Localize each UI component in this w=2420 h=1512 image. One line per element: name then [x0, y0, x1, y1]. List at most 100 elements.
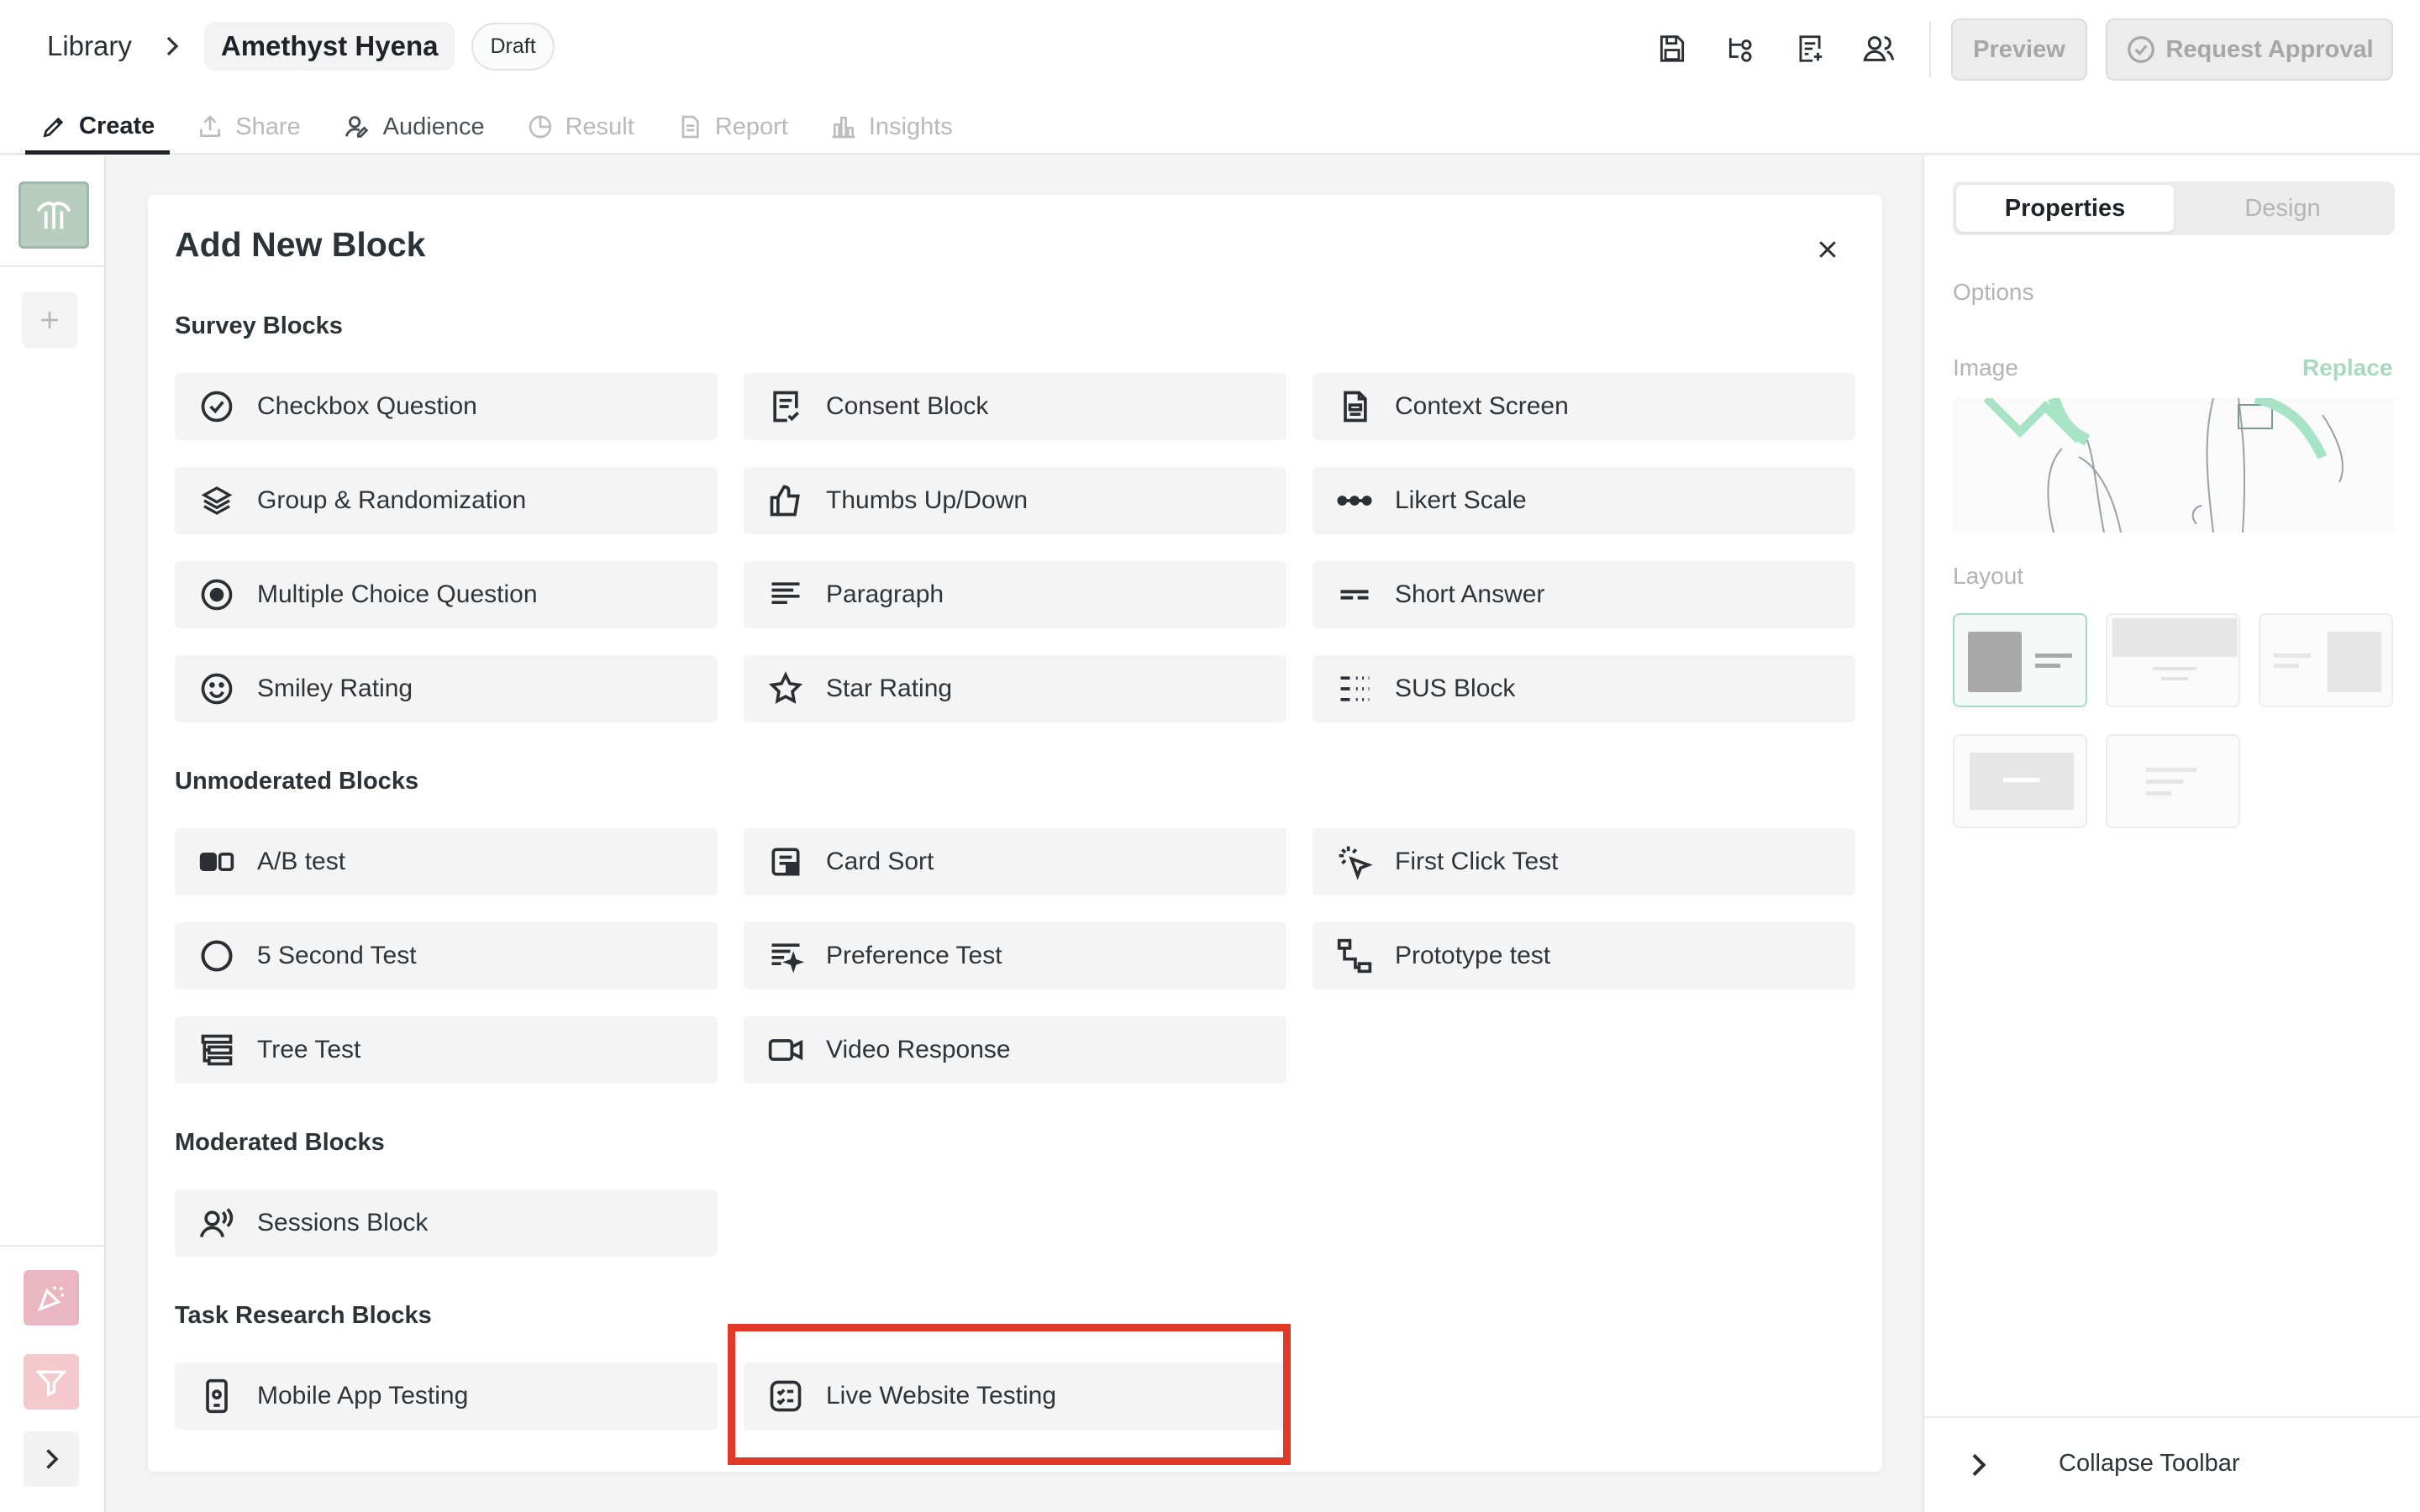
expand-rail-button[interactable] [24, 1431, 79, 1487]
block-mobile-app-testing[interactable]: Mobile App Testing [175, 1362, 718, 1430]
share-icon [200, 115, 221, 137]
request-approval-button[interactable]: Request Approval [2106, 18, 2393, 81]
block-first-click-test[interactable]: First Click Test [1313, 828, 1855, 895]
block-label: SUS Block [1395, 675, 1516, 702]
tab-insights[interactable]: Insights [815, 102, 968, 151]
left-rail [0, 156, 106, 1512]
block-tree-test[interactable]: Tree Test [175, 1016, 718, 1084]
block-multiple-choice[interactable]: Multiple Choice Question [175, 561, 718, 628]
image-preview[interactable] [1953, 398, 2395, 533]
circle-icon [195, 934, 239, 978]
tab-create-label: Create [79, 113, 155, 139]
block-preference-test[interactable]: Preference Test [744, 922, 1286, 990]
panel-tabs: Properties Design [1953, 181, 2395, 235]
block-label: Mobile App Testing [257, 1382, 469, 1410]
chevron-right-icon [1972, 1453, 1986, 1477]
block-label: Checkbox Question [257, 392, 477, 420]
plus-icon [41, 312, 58, 328]
block-label: First Click Test [1395, 848, 1559, 875]
block-label: Card Sort [826, 848, 934, 875]
party-popper-icon [37, 1285, 64, 1312]
close-icon[interactable] [1808, 230, 1847, 269]
tab-share[interactable]: Share [182, 102, 315, 151]
header-toolbar [1652, 25, 1899, 72]
block-label: 5 Second Test [257, 942, 417, 969]
block-label: A/B test [257, 848, 346, 875]
tab-properties[interactable]: Properties [1956, 185, 2174, 232]
filter-button[interactable] [24, 1354, 79, 1410]
block-paragraph[interactable]: Paragraph [744, 561, 1286, 628]
block-card-sort[interactable]: Card Sort [744, 828, 1286, 895]
person-speaking-icon [195, 1201, 239, 1245]
tab-audience[interactable]: Audience [328, 102, 500, 151]
block-prototype-test[interactable]: Prototype test [1313, 922, 1855, 990]
highlight-box [728, 1324, 1291, 1465]
video-camera-icon [764, 1028, 808, 1072]
tab-design[interactable]: Design [2174, 185, 2391, 232]
preference-sparkle-icon [764, 934, 808, 978]
block-sessions[interactable]: Sessions Block [175, 1189, 718, 1257]
block-short-answer[interactable]: Short Answer [1313, 561, 1855, 628]
block-label: Likert Scale [1395, 486, 1527, 514]
block-thumbnail[interactable] [18, 181, 89, 249]
block-star-rating[interactable]: Star Rating [744, 655, 1286, 722]
block-checkbox-question[interactable]: Checkbox Question [175, 373, 718, 440]
layout-image-left[interactable] [1953, 613, 2087, 707]
save-icon[interactable] [1652, 29, 1692, 69]
block-sus[interactable]: SUS Block [1313, 655, 1855, 722]
block-smiley-rating[interactable]: Smiley Rating [175, 655, 718, 722]
tab-result[interactable]: Result [512, 102, 650, 151]
logic-flow-icon[interactable] [1721, 29, 1761, 69]
filter-icon [35, 1370, 67, 1397]
project-name[interactable]: Amethyst Hyena [203, 22, 455, 71]
status-badge: Draft [471, 22, 555, 71]
layout-card[interactable] [1953, 734, 2087, 828]
block-label: Context Screen [1395, 392, 1569, 420]
rail-divider-bottom [0, 1245, 104, 1247]
modal-title: Add New Block [175, 225, 426, 264]
block-likert-scale[interactable]: Likert Scale [1313, 467, 1855, 534]
tab-report[interactable]: Report [661, 102, 803, 151]
add-block-button[interactable] [22, 292, 77, 348]
tab-create[interactable]: Create [25, 102, 171, 155]
top-bar: Library Amethyst Hyena Draft Preview Req… [0, 0, 2420, 155]
breadcrumb-library-link[interactable]: Library [39, 30, 140, 62]
section-title-moderated: Moderated Blocks [175, 1129, 385, 1156]
add-block-modal: Add New Block Survey Blocks Checkbox Que… [148, 195, 1882, 1472]
people-illustration-icon [1983, 398, 2344, 533]
report-icon [681, 115, 699, 139]
block-thumbs-up-down[interactable]: Thumbs Up/Down [744, 467, 1286, 534]
collapse-toolbar-button[interactable]: Collapse Toolbar [1924, 1416, 2420, 1512]
block-label: Tree Test [257, 1036, 361, 1063]
breadcrumb: Library Amethyst Hyena Draft [39, 18, 555, 74]
block-label: Smiley Rating [257, 675, 413, 702]
layout-image-right[interactable] [2259, 613, 2393, 707]
block-group-randomization[interactable]: Group & Randomization [175, 467, 718, 534]
section-title-survey: Survey Blocks [175, 312, 343, 339]
block-context-screen[interactable]: Context Screen [1313, 373, 1855, 440]
pie-chart-icon [529, 115, 551, 139]
replace-image-link[interactable]: Replace [2302, 354, 2392, 381]
tab-report-label: Report [714, 113, 788, 140]
participants-icon[interactable] [1859, 29, 1899, 69]
tab-result-label: Result [565, 113, 634, 140]
block-ab-test[interactable]: A/B test [175, 828, 718, 895]
block-consent[interactable]: Consent Block [744, 373, 1286, 440]
prototype-flow-icon [1333, 934, 1376, 978]
preview-button[interactable]: Preview [1951, 18, 2087, 81]
layout-image-top[interactable] [2106, 613, 2240, 707]
celebration-button[interactable] [24, 1270, 79, 1326]
properties-panel: Properties Design Options Image Replace … [1923, 156, 2420, 1512]
main-tabs: Create Share Audience Result Report Insi… [25, 102, 980, 155]
block-label: Video Response [826, 1036, 1011, 1063]
add-document-icon[interactable] [1790, 29, 1830, 69]
block-label: Prototype test [1395, 942, 1551, 969]
chevron-right-icon [46, 1449, 59, 1469]
options-label: Options [1953, 279, 2034, 305]
layout-text-only[interactable] [2106, 734, 2240, 828]
chevron-right-icon [166, 36, 179, 56]
block-video-response[interactable]: Video Response [744, 1016, 1286, 1084]
block-5-second-test[interactable]: 5 Second Test [175, 922, 718, 990]
audience-icon [345, 116, 369, 138]
rail-divider [0, 265, 104, 267]
